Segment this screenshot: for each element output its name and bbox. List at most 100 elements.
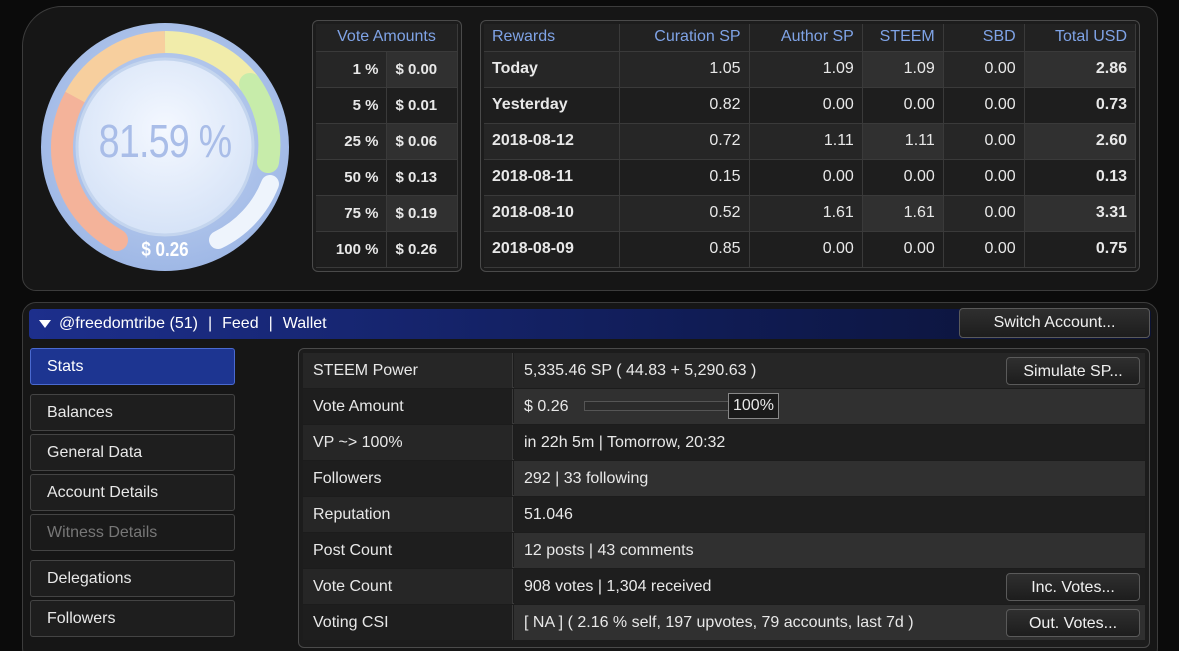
rewards-cell: 1.11 (862, 123, 944, 160)
vote-weight-fill (585, 402, 728, 410)
vote-amount-row: 5 % $ 0.01 (316, 87, 458, 124)
sidebar-item-stats[interactable]: Stats (30, 348, 235, 385)
stats-table: STEEM Power 5,335.46 SP ( 44.83 + 5,290.… (298, 348, 1150, 648)
rewards-cell: 0.00 (749, 231, 863, 268)
simulate-sp-button[interactable]: Simulate SP... (1006, 357, 1140, 385)
vote-amount-row: 50 % $ 0.13 (316, 159, 458, 196)
rewards-cell: 0.72 (619, 123, 750, 160)
vote-usd: $ 0.26 (386, 231, 458, 268)
stat-label: Reputation (303, 497, 513, 532)
rewards-cell: 0.82 (619, 87, 750, 124)
rewards-cell: 0.00 (943, 231, 1025, 268)
stat-label: Followers (303, 461, 513, 496)
separator: | (207, 315, 213, 332)
vote-usd: $ 0.06 (386, 123, 458, 160)
rewards-cell: Today (484, 51, 621, 88)
out-votes-button[interactable]: Out. Votes... (1006, 609, 1140, 637)
rewards-column-header: Author SP (749, 24, 863, 52)
vote-usd: $ 0.00 (386, 51, 458, 88)
inc-votes-button[interactable]: Inc. Votes... (1006, 573, 1140, 601)
rewards-row: 2018-08-11 0.15 0.00 0.00 0.00 0.13 (484, 159, 1137, 196)
rewards-cell: 1.61 (862, 195, 944, 232)
vote-amount-value: $ 0.26 (524, 398, 569, 415)
vote-amounts-header: Vote Amounts (316, 24, 458, 52)
rewards-cell: 2.60 (1024, 123, 1137, 160)
voting-power-gauge: 81.59 % $ 0.26 (40, 22, 290, 272)
stat-label: VP ~> 100% (303, 425, 513, 460)
stat-row-followers: Followers 292 | 33 following (303, 461, 1145, 496)
vote-amount-row: 25 % $ 0.06 (316, 123, 458, 160)
sidebar-item-delegations[interactable]: Delegations (30, 560, 235, 597)
rewards-cell: 0.75 (1024, 231, 1137, 268)
rewards-cell: 0.00 (943, 123, 1025, 160)
stat-label: Voting CSI (303, 605, 513, 640)
stat-row-post-count: Post Count 12 posts | 43 comments (303, 533, 1145, 568)
rewards-cell: 0.52 (619, 195, 750, 232)
rewards-cell: 0.15 (619, 159, 750, 196)
rewards-row: Today 1.05 1.09 1.09 0.00 2.86 (484, 51, 1137, 88)
rewards-row: Yesterday 0.82 0.00 0.00 0.00 0.73 (484, 87, 1137, 124)
steem-power-value: 5,335.46 SP ( 44.83 + 5,290.63 ) (524, 362, 757, 379)
stat-row-vp: VP ~> 100% in 22h 5m | Tomorrow, 20:32 (303, 425, 1145, 460)
rewards-column-header: SBD (943, 24, 1025, 52)
stat-label: Post Count (303, 533, 513, 568)
wallet-link[interactable]: Wallet (283, 315, 327, 333)
rewards-cell: 1.11 (749, 123, 863, 160)
vote-percent: 5 % (316, 87, 388, 124)
vote-weight-label: 100% (728, 393, 779, 419)
vote-weight-slider[interactable] (584, 401, 729, 411)
rewards-cell: 0.00 (943, 87, 1025, 124)
rewards-cell: 0.00 (943, 195, 1025, 232)
rewards-cell: 0.00 (862, 159, 944, 196)
rewards-column-header: Rewards (484, 24, 621, 52)
vote-percent: 25 % (316, 123, 388, 160)
vote-amount-row: 1 % $ 0.00 (316, 51, 458, 88)
stat-label: Vote Count (303, 569, 513, 604)
account-name[interactable]: @freedomtribe (51) (59, 315, 198, 333)
rewards-cell: 0.85 (619, 231, 750, 268)
rewards-cell: 2.86 (1024, 51, 1137, 88)
collapse-triangle-icon[interactable] (39, 320, 51, 328)
stat-value: 292 | 33 following (514, 461, 1145, 496)
rewards-cell: 0.13 (1024, 159, 1137, 196)
rewards-cell: 0.00 (749, 159, 863, 196)
stat-value: 12 posts | 43 comments (514, 533, 1145, 568)
feed-link[interactable]: Feed (222, 315, 258, 333)
rewards-cell: 2018-08-09 (484, 231, 621, 268)
rewards-cell: 0.00 (943, 159, 1025, 196)
rewards-cell: 1.09 (749, 51, 863, 88)
rewards-cell: 0.00 (943, 51, 1025, 88)
stat-row-vote-amount: Vote Amount $ 0.26 100% (303, 389, 1145, 424)
stat-label: STEEM Power (303, 353, 513, 388)
sidebar-item-general-data[interactable]: General Data (30, 434, 235, 471)
rewards-cell: 2018-08-12 (484, 123, 621, 160)
vote-usd: $ 0.01 (386, 87, 458, 124)
sidebar-item-balances[interactable]: Balances (30, 394, 235, 431)
stat-value: $ 0.26 100% (514, 389, 1145, 424)
rewards-cell: 2018-08-10 (484, 195, 621, 232)
rewards-cell: 1.05 (619, 51, 750, 88)
rewards-cell: 1.09 (862, 51, 944, 88)
sidebar-item-followers[interactable]: Followers (30, 600, 235, 637)
rewards-column-header: Total USD (1024, 24, 1137, 52)
rewards-column-header: Curation SP (619, 24, 750, 52)
sidebar-item-witness-details: Witness Details (30, 514, 235, 551)
switch-account-button[interactable]: Switch Account... (959, 308, 1150, 338)
gauge-usd-value: $ 0.26 (141, 239, 189, 261)
vote-usd: $ 0.13 (386, 159, 458, 196)
vote-percent: 75 % (316, 195, 388, 232)
stat-value: 51.046 (514, 497, 1145, 532)
vote-percent: 100 % (316, 231, 388, 268)
stat-row-reputation: Reputation 51.046 (303, 497, 1145, 532)
vote-amounts-table: Vote Amounts 1 % $ 0.00 5 % $ 0.01 25 % $ 0.0… (312, 20, 462, 272)
rewards-cell: 2018-08-11 (484, 159, 621, 196)
stat-label: Vote Amount (303, 389, 513, 424)
rewards-cell: 0.00 (862, 87, 944, 124)
vote-percent: 1 % (316, 51, 388, 88)
sidebar-item-account-details[interactable]: Account Details (30, 474, 235, 511)
rewards-row: 2018-08-12 0.72 1.11 1.11 0.00 2.60 (484, 123, 1137, 160)
rewards-row: 2018-08-09 0.85 0.00 0.00 0.00 0.75 (484, 231, 1137, 268)
rewards-cell: Yesterday (484, 87, 621, 124)
vote-amount-row: 75 % $ 0.19 (316, 195, 458, 232)
rewards-cell: 0.73 (1024, 87, 1137, 124)
